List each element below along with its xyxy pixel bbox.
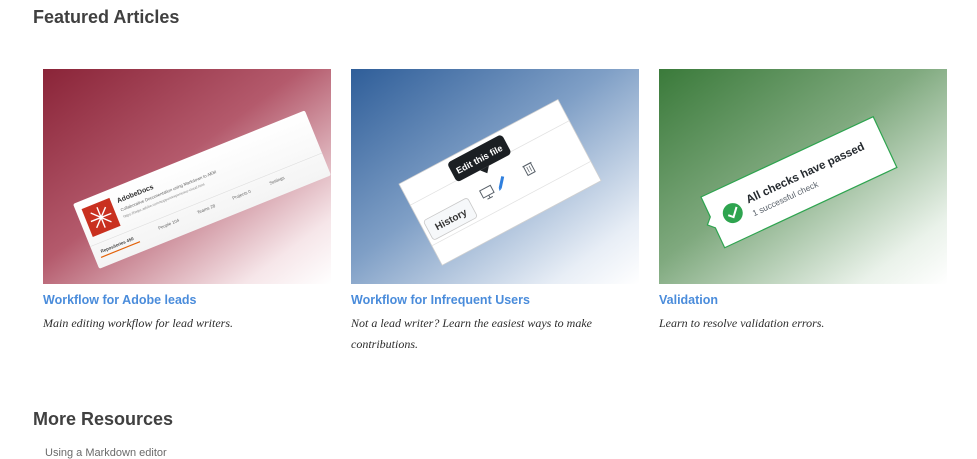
- card-description: Not a lead writer? Learn the easiest way…: [351, 316, 592, 351]
- card-description: Main editing workflow for lead writers.: [43, 316, 234, 330]
- more-resources-heading: More Resources: [33, 409, 174, 429]
- card-thumbnail: History Edit this file: [351, 69, 639, 284]
- workflow-infrequent-users-link[interactable]: Workflow for Infrequent Users: [351, 293, 639, 307]
- resource-list-item[interactable]: Using a Markdown editor: [45, 447, 167, 459]
- featured-articles-heading: Featured Articles: [33, 7, 180, 27]
- checks-passed-screenshot-image: All checks have passed 1 successful chec…: [659, 69, 947, 284]
- adobedocs-org-screenshot-image: AdobeDocs Collaborative Documentation us…: [43, 69, 331, 284]
- article-card-validation: All checks have passed 1 successful chec…: [659, 69, 947, 334]
- workflow-adobe-leads-link[interactable]: Workflow for Adobe leads: [43, 293, 331, 307]
- card-thumbnail: All checks have passed 1 successful chec…: [659, 69, 947, 284]
- card-description: Learn to resolve validation errors.: [659, 316, 825, 330]
- validation-link[interactable]: Validation: [659, 293, 947, 307]
- card-thumbnail: AdobeDocs Collaborative Documentation us…: [43, 69, 331, 284]
- article-card-infrequent-users: History Edit this file Workflow for Infr…: [351, 69, 639, 355]
- article-card-adobe-leads: AdobeDocs Collaborative Documentation us…: [43, 69, 331, 334]
- edit-file-screenshot-image: History Edit this file: [351, 69, 639, 284]
